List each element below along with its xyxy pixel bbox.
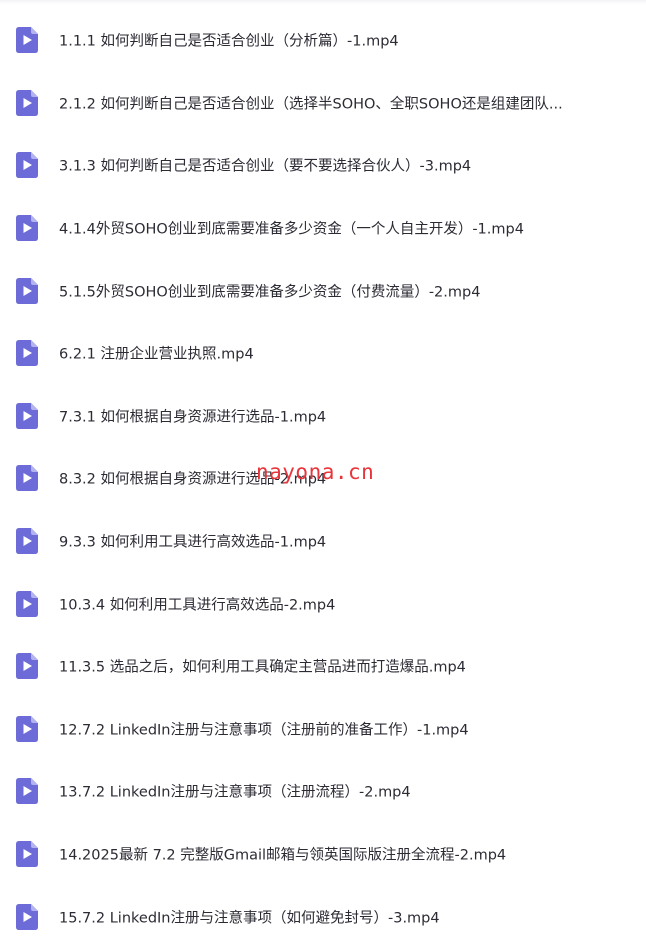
video-file-icon	[16, 841, 38, 868]
file-name: 1.1.1 如何判断自己是否适合创业（分析篇）-1.mp4	[59, 33, 399, 50]
file-row[interactable]: 15.7.2 LinkedIn注册与注意事项（如何避免封号）-3.mp4	[0, 885, 646, 948]
file-name: 3.1.3 如何判断自己是否适合创业（要不要选择合伙人）-3.mp4	[59, 158, 472, 175]
file-row[interactable]: 12.7.2 LinkedIn注册与注意事项（注册前的准备工作）-1.mp4	[0, 698, 646, 761]
file-row[interactable]: 6.2.1 注册企业营业执照.mp4	[0, 322, 646, 385]
file-name: 13.7.2 LinkedIn注册与注意事项（注册流程）-2.mp4	[59, 784, 411, 801]
file-row[interactable]: 13.7.2 LinkedIn注册与注意事项（注册流程）-2.mp4	[0, 760, 646, 823]
video-file-icon	[16, 89, 38, 116]
file-row[interactable]: 9.3.3 如何利用工具进行高效选品-1.mp4	[0, 510, 646, 573]
video-file-icon	[16, 27, 38, 54]
file-row[interactable]: 5.1.5外贸SOHO创业到底需要准备多少资金（付费流量）-2.mp4	[0, 259, 646, 322]
file-name: 7.3.1 如何根据自身资源进行选品-1.mp4	[59, 409, 327, 426]
file-row[interactable]: 11.3.5 选品之后，如何利用工具确定主营品进而打造爆品.mp4	[0, 635, 646, 698]
file-name: 9.3.3 如何利用工具进行高效选品-1.mp4	[59, 534, 327, 551]
file-name: 6.2.1 注册企业营业执照.mp4	[59, 346, 254, 363]
file-name: 15.7.2 LinkedIn注册与注意事项（如何避免封号）-3.mp4	[59, 910, 440, 927]
file-row[interactable]: 4.1.4外贸SOHO创业到底需要准备多少资金（一个人自主开发）-1.mp4	[0, 197, 646, 260]
video-file-icon	[16, 528, 38, 555]
file-row[interactable]: 3.1.3 如何判断自己是否适合创业（要不要选择合伙人）-3.mp4	[0, 134, 646, 197]
video-file-icon	[16, 340, 38, 367]
file-name: 2.1.2 如何判断自己是否适合创业（选择半SOHO、全职SOHO还是组建团队.…	[59, 96, 563, 113]
file-row[interactable]: 8.3.2 如何根据自身资源进行选品-2.mp4	[0, 447, 646, 510]
file-row[interactable]: 7.3.1 如何根据自身资源进行选品-1.mp4	[0, 385, 646, 448]
file-row[interactable]: 2.1.2 如何判断自己是否适合创业（选择半SOHO、全职SOHO还是组建团队.…	[0, 72, 646, 135]
video-file-icon	[16, 152, 38, 179]
file-name: 4.1.4外贸SOHO创业到底需要准备多少资金（一个人自主开发）-1.mp4	[59, 221, 524, 238]
video-file-icon	[16, 465, 38, 492]
video-file-icon	[16, 903, 38, 930]
top-edge	[0, 0, 646, 4]
file-name: 14.2025最新 7.2 完整版Gmail邮箱与领英国际版注册全流程-2.mp…	[59, 847, 507, 864]
file-row[interactable]: 14.2025最新 7.2 完整版Gmail邮箱与领英国际版注册全流程-2.mp…	[0, 823, 646, 886]
video-file-icon	[16, 277, 38, 304]
video-file-icon	[16, 653, 38, 680]
file-list: 1.1.1 如何判断自己是否适合创业（分析篇）-1.mp4 2.1.2 如何判断自…	[0, 9, 646, 948]
video-file-icon	[16, 402, 38, 429]
video-file-icon	[16, 715, 38, 742]
file-name: 10.3.4 如何利用工具进行高效选品-2.mp4	[59, 597, 336, 614]
file-name: 8.3.2 如何根据自身资源进行选品-2.mp4	[59, 471, 327, 488]
video-file-icon	[16, 778, 38, 805]
file-name: 5.1.5外贸SOHO创业到底需要准备多少资金（付费流量）-2.mp4	[59, 284, 481, 301]
video-file-icon	[16, 215, 38, 242]
file-name: 12.7.2 LinkedIn注册与注意事项（注册前的准备工作）-1.mp4	[59, 722, 469, 739]
file-name: 11.3.5 选品之后，如何利用工具确定主营品进而打造爆品.mp4	[59, 659, 466, 676]
file-row[interactable]: 1.1.1 如何判断自己是否适合创业（分析篇）-1.mp4	[0, 9, 646, 72]
video-file-icon	[16, 590, 38, 617]
file-row[interactable]: 10.3.4 如何利用工具进行高效选品-2.mp4	[0, 572, 646, 635]
